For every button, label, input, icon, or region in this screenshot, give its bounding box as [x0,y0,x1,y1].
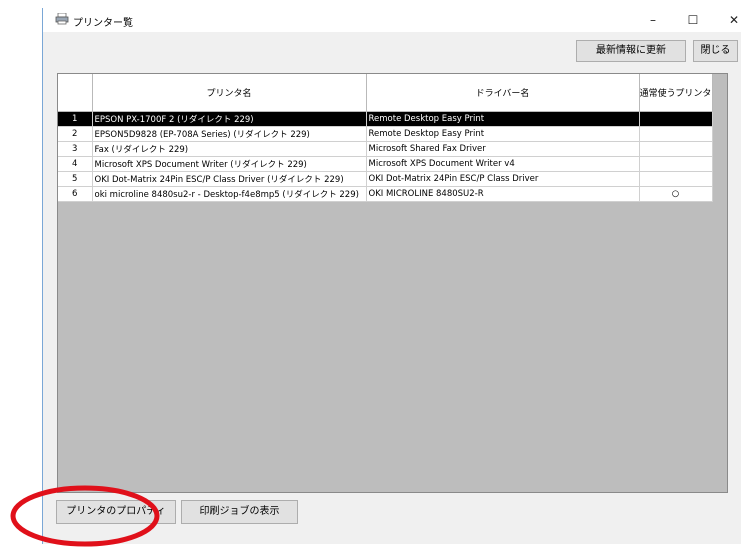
row-number: 6 [58,186,93,202]
column-header-driver-name[interactable]: ドライバー名 [366,74,640,112]
row-number: 5 [58,171,93,187]
printer-name-cell: OKI Dot-Matrix 24Pin ESC/P Class Driver … [92,171,367,187]
column-header-row-number [58,74,93,112]
column-header-printer-name[interactable]: プリンタ名 [92,74,367,112]
driver-name-cell: OKI MICROLINE 8480SU2-R [366,186,640,202]
default-printer-cell [639,141,713,157]
window-title: プリンター覧 [73,18,133,29]
close-button[interactable]: 閉じる [693,40,738,62]
row-number: 1 [58,111,93,127]
driver-name-cell: Microsoft XPS Document Writer v4 [366,156,640,172]
driver-name-cell: Remote Desktop Easy Print [366,111,640,127]
default-printer-cell: ○ [639,186,713,202]
row-number: 4 [58,156,93,172]
highlight-ellipse [10,485,160,547]
default-printer-cell [639,111,713,127]
driver-name-cell: Microsoft Shared Fax Driver [366,141,640,157]
row-number: 3 [58,141,93,157]
minimize-button[interactable]: – [640,10,666,30]
row-number: 2 [58,126,93,142]
driver-name-cell: OKI Dot-Matrix 24Pin ESC/P Class Driver [366,171,640,187]
show-print-jobs-button[interactable]: 印刷ジョブの表示 [181,500,298,524]
table-row[interactable]: 2 EPSON5D9828 (EP-708A Series) (リダイレクト 2… [58,126,713,142]
printer-name-cell: Microsoft XPS Document Writer (リダイレクト 22… [92,156,367,172]
default-printer-cell [639,171,713,187]
driver-name-cell: Remote Desktop Easy Print [366,126,640,142]
table-row[interactable]: 5 OKI Dot-Matrix 24Pin ESC/P Class Drive… [58,171,713,187]
table-header-row: プリンタ名 ドライバー名 通常使うプリンタ [58,74,713,112]
printer-name-cell: EPSON PX-1700F 2 (リダイレクト 229) [92,111,367,127]
printer-icon [55,13,69,25]
printer-name-cell: EPSON5D9828 (EP-708A Series) (リダイレクト 229… [92,126,367,142]
default-printer-cell [639,156,713,172]
printer-name-cell: oki microline 8480su2-r - Desktop-f4e8mp… [92,186,367,202]
column-header-default-printer[interactable]: 通常使うプリンタ [639,74,713,112]
table-row[interactable]: 1 EPSON PX-1700F 2 (リダイレクト 229) Remote D… [58,111,713,127]
table-row[interactable]: 6 oki microline 8480su2-r - Desktop-f4e8… [58,186,713,202]
title-bar: プリンター覧 – ☐ ✕ [43,8,741,32]
refresh-button[interactable]: 最新情報に更新 [576,40,686,62]
table-row[interactable]: 4 Microsoft XPS Document Writer (リダイレクト … [58,156,713,172]
printer-list-window: プリンター覧 – ☐ ✕ 最新情報に更新 閉じる プリンタ名 ドライバー名 通常… [42,8,741,544]
table-row[interactable]: 3 Fax (リダイレクト 229) Microsoft Shared Fax … [58,141,713,157]
printer-name-cell: Fax (リダイレクト 229) [92,141,367,157]
close-window-button[interactable]: ✕ [721,10,741,30]
maximize-button[interactable]: ☐ [680,10,706,30]
printer-table: プリンタ名 ドライバー名 通常使うプリンタ 1 EPSON PX-1700F 2… [58,74,713,202]
printer-grid[interactable]: プリンタ名 ドライバー名 通常使うプリンタ 1 EPSON PX-1700F 2… [57,73,728,493]
default-printer-cell [639,126,713,142]
